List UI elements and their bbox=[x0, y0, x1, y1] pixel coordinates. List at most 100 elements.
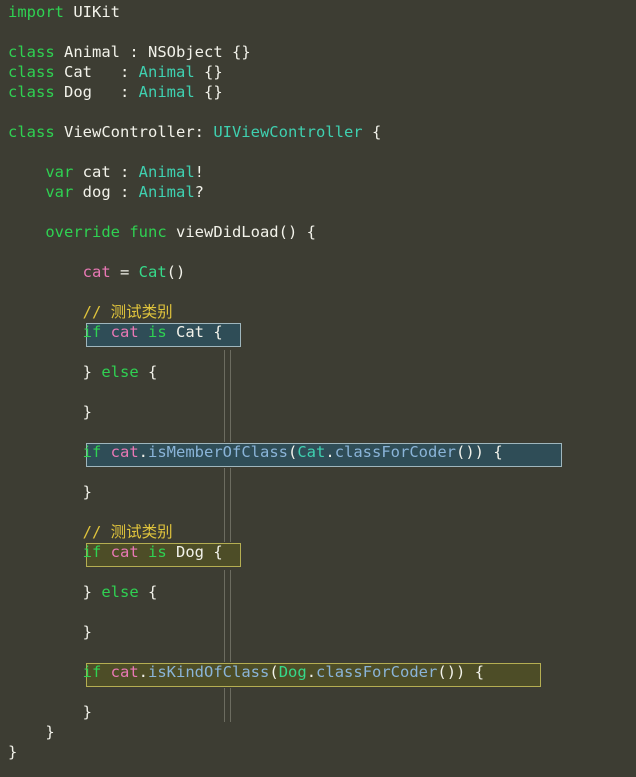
code-token-kw: class bbox=[8, 43, 55, 61]
code-token-com: // 测试类别 bbox=[82, 303, 173, 321]
code-token-id: ! bbox=[194, 163, 204, 181]
code-editor[interactable]: import UIKit class Animal : NSObject {} c… bbox=[0, 0, 636, 777]
code-token-id: Dog bbox=[166, 543, 205, 561]
code-token-punc bbox=[101, 543, 110, 561]
code-line[interactable] bbox=[8, 22, 17, 42]
code-line[interactable]: } bbox=[8, 482, 92, 502]
indent-guide-1 bbox=[224, 350, 225, 442]
code-line[interactable]: if cat is Cat { bbox=[8, 322, 223, 342]
indent-guide-6 bbox=[230, 570, 231, 662]
code-token-kw: var bbox=[45, 183, 74, 201]
code-token-id: viewDidLoad() { bbox=[166, 223, 316, 241]
code-token-meth: isKindOfClass bbox=[148, 663, 270, 681]
code-token-type: Animal bbox=[138, 163, 195, 181]
code-token-id: UIKit bbox=[73, 3, 121, 21]
code-line[interactable]: cat = Cat() bbox=[8, 262, 186, 282]
code-token-id: = bbox=[110, 263, 139, 281]
code-token-id: . bbox=[138, 443, 149, 461]
code-token-punc bbox=[101, 663, 110, 681]
code-line[interactable] bbox=[8, 422, 17, 442]
code-line[interactable] bbox=[8, 642, 17, 662]
code-line[interactable] bbox=[8, 202, 17, 222]
code-token-punc bbox=[64, 3, 73, 21]
code-line[interactable]: // 测试类别 bbox=[8, 522, 173, 542]
code-token-kw: if bbox=[82, 543, 102, 561]
code-token-id: {} bbox=[222, 43, 251, 61]
code-line[interactable]: } else { bbox=[8, 362, 158, 382]
code-line[interactable] bbox=[8, 682, 17, 702]
code-line[interactable] bbox=[8, 502, 17, 522]
code-token-type: Cat bbox=[297, 443, 326, 461]
code-token-id: { bbox=[138, 583, 158, 601]
code-token-id: ( bbox=[269, 663, 279, 681]
code-token-type: UIViewController bbox=[213, 123, 363, 141]
code-line[interactable] bbox=[8, 242, 17, 262]
code-line[interactable]: class Cat : Animal {} bbox=[8, 62, 223, 82]
code-token-punc bbox=[8, 263, 83, 281]
code-line[interactable] bbox=[8, 602, 17, 622]
code-line[interactable]: import UIKit bbox=[8, 2, 120, 22]
indent-guide-7 bbox=[224, 688, 225, 722]
code-line[interactable]: } bbox=[8, 402, 92, 422]
code-token-kw: class bbox=[8, 123, 55, 141]
indent-guide-8 bbox=[230, 688, 231, 722]
code-token-id: Cat bbox=[166, 323, 205, 341]
code-token-var: cat bbox=[110, 323, 139, 341]
code-token-id: ()) bbox=[456, 443, 485, 461]
code-line[interactable]: var dog : Animal? bbox=[8, 182, 204, 202]
code-line[interactable]: } bbox=[8, 622, 92, 642]
code-token-kw: if bbox=[82, 323, 102, 341]
code-token-var: cat bbox=[110, 543, 139, 561]
code-token-punc bbox=[8, 163, 45, 181]
code-line[interactable]: } bbox=[8, 722, 54, 742]
code-token-var: cat bbox=[110, 663, 139, 681]
code-token-cls: Cat bbox=[138, 263, 167, 281]
code-token-id: {} bbox=[194, 83, 223, 101]
code-line[interactable]: if cat.isKindOfClass(Dog.classForCoder()… bbox=[8, 662, 484, 682]
code-token-id: } bbox=[8, 403, 92, 421]
code-token-meth: classForCoder bbox=[334, 443, 457, 461]
code-line[interactable] bbox=[8, 462, 17, 482]
code-token-id: } bbox=[8, 743, 18, 761]
code-line[interactable]: } bbox=[8, 742, 17, 762]
code-line[interactable]: } else { bbox=[8, 582, 158, 602]
code-token-type: Animal bbox=[138, 83, 195, 101]
code-line[interactable] bbox=[8, 142, 17, 162]
code-token-punc bbox=[120, 223, 129, 241]
code-token-id: Animal : bbox=[54, 43, 148, 61]
code-token-id: ()) bbox=[437, 663, 466, 681]
code-line[interactable] bbox=[8, 102, 17, 122]
code-token-punc bbox=[8, 523, 83, 541]
code-token-id: { bbox=[204, 543, 223, 561]
code-token-id: () bbox=[166, 263, 186, 281]
code-token-var: cat bbox=[82, 263, 111, 281]
code-token-punc bbox=[8, 443, 83, 461]
code-token-id: { bbox=[362, 123, 382, 141]
code-line[interactable] bbox=[8, 282, 17, 302]
code-token-id: } bbox=[8, 583, 102, 601]
code-token-kw: override bbox=[45, 223, 120, 241]
code-line[interactable]: } bbox=[8, 702, 92, 722]
code-token-id: dog : bbox=[73, 183, 139, 201]
code-line[interactable]: override func viewDidLoad() { bbox=[8, 222, 316, 242]
code-token-punc bbox=[101, 443, 110, 461]
code-line[interactable]: if cat.isMemberOfClass(Cat.classForCoder… bbox=[8, 442, 503, 462]
code-line[interactable]: var cat : Animal! bbox=[8, 162, 204, 182]
code-line[interactable] bbox=[8, 562, 17, 582]
code-line[interactable]: class Dog : Animal {} bbox=[8, 82, 223, 102]
code-token-id: cat : bbox=[73, 163, 139, 181]
code-line[interactable]: class ViewController: UIViewController { bbox=[8, 122, 381, 142]
code-token-type: Animal bbox=[138, 63, 195, 81]
code-token-com: // 测试类别 bbox=[82, 523, 173, 541]
code-line[interactable] bbox=[8, 382, 17, 402]
code-token-punc bbox=[8, 303, 83, 321]
code-line[interactable]: if cat is Dog { bbox=[8, 542, 223, 562]
code-token-id: . bbox=[325, 443, 335, 461]
code-token-kw: else bbox=[101, 583, 139, 601]
code-token-id: { bbox=[484, 443, 503, 461]
code-line[interactable]: class Animal : NSObject {} bbox=[8, 42, 251, 62]
code-token-id: { bbox=[465, 663, 485, 681]
code-line[interactable]: // 测试类别 bbox=[8, 302, 173, 322]
code-token-id: ? bbox=[194, 183, 204, 201]
code-line[interactable] bbox=[8, 342, 17, 362]
